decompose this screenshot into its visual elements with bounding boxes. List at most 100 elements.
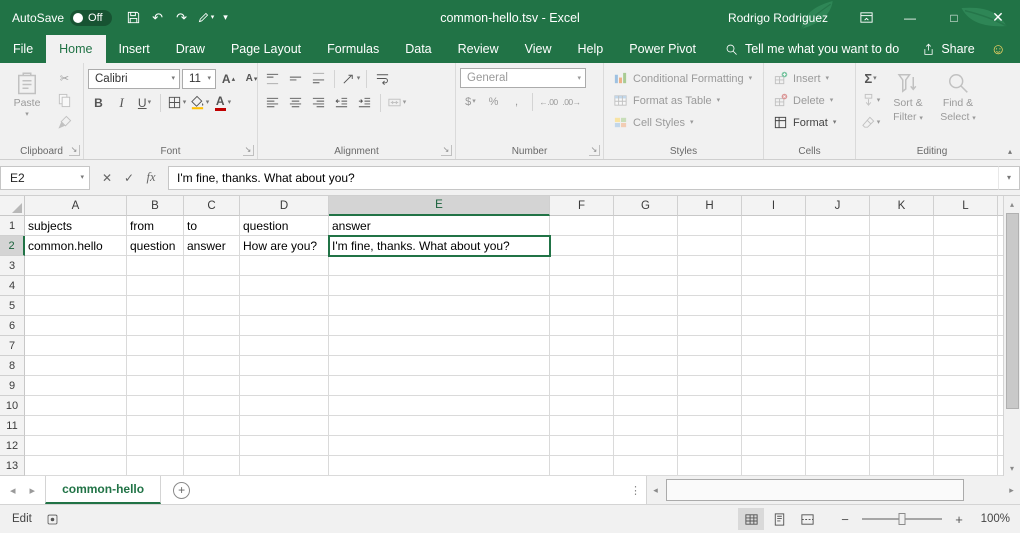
tab-formulas[interactable]: Formulas (314, 35, 392, 63)
column-header-C[interactable]: C (184, 196, 240, 216)
cell-A4[interactable] (25, 276, 127, 296)
cell-D3[interactable] (240, 256, 329, 276)
cell-styles-button[interactable]: Cell Styles ▾ (608, 112, 757, 133)
increase-decimal-button[interactable]: ←.00 (538, 91, 559, 112)
tab-page-layout[interactable]: Page Layout (218, 35, 314, 63)
cell-H5[interactable] (678, 296, 742, 316)
cell-H7[interactable] (678, 336, 742, 356)
italic-button[interactable]: I (111, 92, 132, 113)
font-color-button[interactable]: A▾ (212, 92, 233, 113)
conditional-formatting-button[interactable]: Conditional Formatting ▾ (608, 68, 757, 89)
cell-C11[interactable] (184, 416, 240, 436)
cell-I2[interactable] (742, 236, 806, 256)
cell-B13[interactable] (127, 456, 184, 476)
cancel-button[interactable]: ✕ (96, 166, 118, 190)
row-header-5[interactable]: 5 (0, 296, 25, 316)
name-box[interactable]: E2 ▾ (0, 166, 90, 190)
tab-review[interactable]: Review (445, 35, 512, 63)
cell-D10[interactable] (240, 396, 329, 416)
formula-input[interactable]: I'm fine, thanks. What about you? (168, 166, 998, 190)
cell-L7[interactable] (934, 336, 998, 356)
zoom-slider[interactable] (862, 518, 942, 520)
cell-C2[interactable]: answer (184, 236, 240, 256)
delete-cells-button[interactable]: Delete ▾ (768, 90, 841, 111)
cell-K13[interactable] (870, 456, 934, 476)
cell-G12[interactable] (614, 436, 678, 456)
column-header-E[interactable]: E (329, 196, 550, 216)
accounting-format-button[interactable]: $▾ (460, 91, 481, 112)
fill-button[interactable]: ▾ (860, 90, 881, 111)
feedback-smiley-icon[interactable]: ☺ (991, 41, 1006, 58)
fill-color-button[interactable]: ▾ (189, 92, 210, 113)
tab-splitter-handle[interactable]: ⋮ (625, 476, 646, 504)
cell-L10[interactable] (934, 396, 998, 416)
cell-E5[interactable] (329, 296, 550, 316)
cell-B10[interactable] (127, 396, 184, 416)
cell-I11[interactable] (742, 416, 806, 436)
cell-G4[interactable] (614, 276, 678, 296)
cell-A9[interactable] (25, 376, 127, 396)
tell-me-box[interactable]: Tell me what you want to do (725, 35, 899, 63)
cell-K5[interactable] (870, 296, 934, 316)
cell-J5[interactable] (806, 296, 870, 316)
page-break-view-button[interactable] (794, 508, 820, 530)
cell-J8[interactable] (806, 356, 870, 376)
cell-K12[interactable] (870, 436, 934, 456)
cell-H9[interactable] (678, 376, 742, 396)
cell-I6[interactable] (742, 316, 806, 336)
cell-B3[interactable] (127, 256, 184, 276)
font-dialog-launcher[interactable]: ↘ (243, 145, 254, 156)
cell-E12[interactable] (329, 436, 550, 456)
cell-F9[interactable] (550, 376, 614, 396)
ribbon-display-options-button[interactable] (844, 0, 888, 35)
cell-E1[interactable]: answer (329, 216, 550, 236)
zoom-slider-thumb[interactable] (899, 513, 906, 525)
cell-D11[interactable] (240, 416, 329, 436)
collapse-ribbon-button[interactable]: ▴ (1008, 147, 1012, 156)
redo-button[interactable]: ↷ (170, 5, 194, 31)
new-sheet-button[interactable]: + (173, 482, 190, 499)
tab-data[interactable]: Data (392, 35, 444, 63)
column-header-J[interactable]: J (806, 196, 870, 216)
cell-E4[interactable] (329, 276, 550, 296)
cell-H4[interactable] (678, 276, 742, 296)
cell-C8[interactable] (184, 356, 240, 376)
cell-B9[interactable] (127, 376, 184, 396)
cell-C12[interactable] (184, 436, 240, 456)
clear-button[interactable]: ▾ (860, 112, 881, 133)
cell-L13[interactable] (934, 456, 998, 476)
cell-J2[interactable] (806, 236, 870, 256)
comma-style-button[interactable]: , (506, 91, 527, 112)
cell-B11[interactable] (127, 416, 184, 436)
cell-C10[interactable] (184, 396, 240, 416)
cell-L2[interactable] (934, 236, 998, 256)
cell-A11[interactable] (25, 416, 127, 436)
cell-G9[interactable] (614, 376, 678, 396)
align-middle-button[interactable] (285, 68, 306, 89)
paste-button[interactable]: Paste ▾ (4, 68, 50, 143)
cell-B7[interactable] (127, 336, 184, 356)
cell-L5[interactable] (934, 296, 998, 316)
vertical-scrollbar-thumb[interactable] (1006, 213, 1019, 409)
sort-filter-button[interactable]: Sort & Filter ▾ (885, 68, 931, 143)
cell-H12[interactable] (678, 436, 742, 456)
cell-K8[interactable] (870, 356, 934, 376)
align-bottom-button[interactable] (308, 68, 329, 89)
vertical-scrollbar[interactable]: ▴ ▾ (1003, 196, 1020, 476)
cell-D2[interactable]: How are you? (240, 236, 329, 256)
decrease-indent-button[interactable] (331, 92, 352, 113)
horizontal-scrollbar-track[interactable] (664, 476, 1003, 504)
insert-function-button[interactable]: fx (140, 166, 162, 190)
scroll-up-button[interactable]: ▴ (1004, 196, 1020, 212)
sheet-nav-left-button[interactable]: ◂ (10, 484, 16, 497)
cell-I13[interactable] (742, 456, 806, 476)
cell-F5[interactable] (550, 296, 614, 316)
cell-C3[interactable] (184, 256, 240, 276)
cell-C4[interactable] (184, 276, 240, 296)
expand-formula-bar-button[interactable]: ▾ (998, 166, 1020, 190)
cell-L8[interactable] (934, 356, 998, 376)
tab-home[interactable]: Home (46, 35, 105, 63)
font-size-combo[interactable]: 11 ▾ (182, 69, 216, 89)
cell-E7[interactable] (329, 336, 550, 356)
align-top-button[interactable] (262, 68, 283, 89)
